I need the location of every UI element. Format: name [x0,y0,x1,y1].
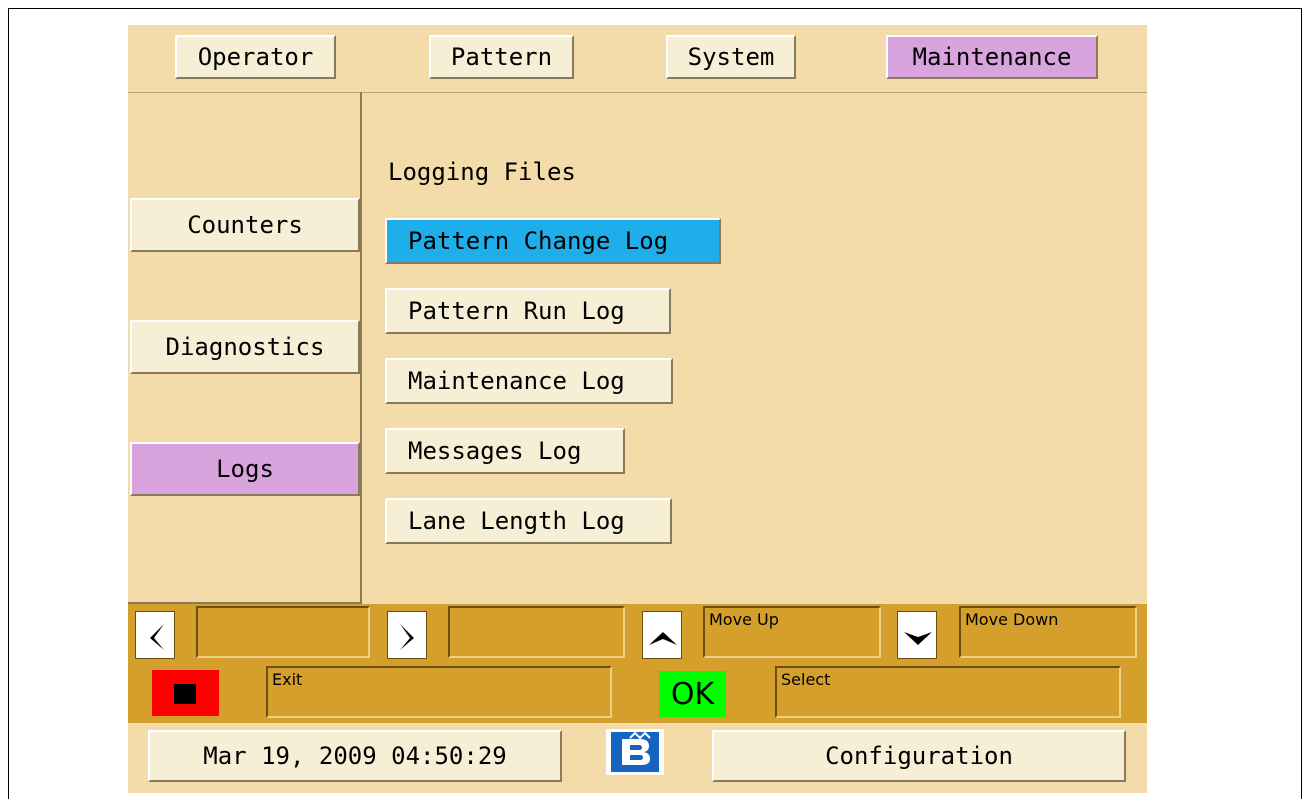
log-pattern-run[interactable]: Pattern Run Log [385,288,671,334]
move-up-label: Move Up [703,606,881,658]
ok-button[interactable]: OK [659,671,726,717]
sidebar-item-logs[interactable]: Logs [130,442,360,496]
tab-bar: Operator Pattern System Maintenance [128,25,1147,93]
move-up-button[interactable] [642,611,682,659]
left-arrow-button[interactable] [135,611,175,659]
sidebar-item-counters[interactable]: Counters [130,198,360,252]
arrow-down-icon [904,632,932,645]
chevron-right-icon [400,624,414,650]
datetime-display: Mar 19, 2009 04:50:29 [148,730,562,782]
sidebar: Counters Diagnostics Logs [128,92,362,604]
exit-label: Exit [266,666,612,718]
select-label: Select [775,666,1121,718]
sidebar-item-diagnostics[interactable]: Diagnostics [130,320,360,374]
exit-button[interactable] [152,670,219,716]
footer-bar: Mar 19, 2009 04:50:29 Configuration [128,723,1147,793]
right-arrow-button[interactable] [387,611,427,659]
stop-icon [174,684,196,704]
left-softkey-label [196,606,370,658]
right-softkey-label [448,606,625,658]
move-down-label: Move Down [959,606,1137,658]
log-lane-length[interactable]: Lane Length Log [385,498,672,544]
tab-operator[interactable]: Operator [175,35,336,79]
brunswick-logo-icon [606,729,664,775]
log-pattern-change[interactable]: Pattern Change Log [385,218,721,264]
tab-pattern[interactable]: Pattern [429,35,574,79]
chevron-left-icon [150,624,164,650]
app-screen: Operator Pattern System Maintenance Coun… [128,25,1147,793]
tab-maintenance[interactable]: Maintenance [886,35,1098,79]
log-maintenance[interactable]: Maintenance Log [385,358,673,404]
arrow-up-icon [649,632,677,645]
log-messages[interactable]: Messages Log [385,428,625,474]
move-down-button[interactable] [897,611,937,659]
configuration-button[interactable]: Configuration [712,730,1126,782]
section-title: Logging Files [388,158,576,186]
tab-system[interactable]: System [666,35,796,79]
